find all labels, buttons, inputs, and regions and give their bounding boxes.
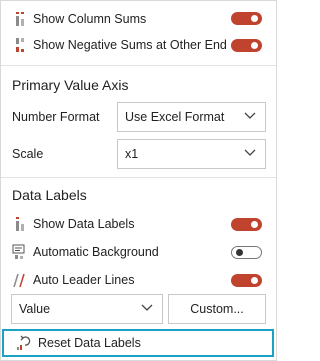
auto-leader-lines-row: Auto Leader Lines (11, 269, 266, 291)
leader-lines-icon (11, 271, 29, 289)
primary-value-axis-title: Primary Value Axis (12, 77, 129, 93)
chevron-down-icon (141, 304, 153, 311)
show-column-sums-toggle[interactable] (231, 12, 262, 25)
label-content-select[interactable]: Value (11, 294, 163, 324)
reset-icon (16, 335, 32, 351)
divider (1, 177, 276, 178)
auto-leader-lines-toggle[interactable] (231, 274, 262, 287)
number-format-select[interactable]: Use Excel Format (117, 102, 266, 132)
show-data-labels-toggle[interactable] (231, 218, 262, 231)
negative-sums-icon (11, 36, 29, 54)
chevron-down-icon (244, 149, 256, 156)
show-negative-sums-toggle[interactable] (231, 39, 262, 52)
label-content-value: Value (19, 302, 51, 316)
reset-data-labels-button[interactable]: Reset Data Labels (2, 329, 274, 357)
automatic-background-row: Automatic Background (11, 241, 266, 263)
data-labels-title: Data Labels (12, 187, 87, 203)
column-sums-icon (11, 10, 29, 28)
scale-label: Scale (12, 147, 44, 161)
scale-select[interactable]: x1 (117, 139, 266, 169)
reset-data-labels-label: Reset Data Labels (38, 336, 141, 350)
custom-button[interactable]: Custom... (168, 294, 266, 324)
automatic-background-icon (11, 243, 29, 261)
show-data-labels-row: Show Data Labels (11, 213, 266, 235)
show-negative-sums-row: Show Negative Sums at Other End (11, 34, 266, 56)
data-labels-icon (11, 215, 29, 233)
automatic-background-toggle[interactable] (231, 246, 262, 259)
scale-value: x1 (125, 147, 139, 161)
format-panel: Show Column Sums Show Negative Sums at O… (0, 0, 277, 361)
show-column-sums-row: Show Column Sums (11, 8, 266, 30)
number-format-value: Use Excel Format (125, 110, 225, 124)
divider (1, 65, 276, 66)
chevron-down-icon (244, 112, 256, 119)
number-format-label: Number Format (12, 110, 100, 124)
